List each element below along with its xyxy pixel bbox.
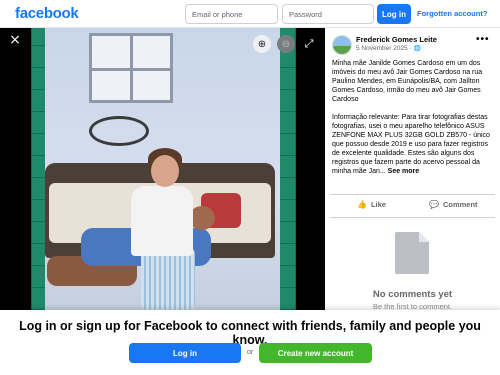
photo-viewer: × ⊕ ⊖ ⤢ [0, 28, 325, 310]
close-icon[interactable]: × [6, 31, 24, 49]
like-button[interactable]: 👍 Like [357, 200, 386, 209]
caption-paragraph-1: Minha mãe Janilde Gomes Cardoso em um do… [332, 60, 483, 103]
empty-document-icon [395, 232, 429, 274]
post-photo [31, 28, 296, 310]
or-label: or [247, 349, 254, 356]
more-options-icon[interactable]: ••• [476, 34, 490, 45]
post-details-panel: Frederick Gomes Leite 5 November 2025 · … [325, 28, 500, 311]
globe-icon: 🌐 [413, 45, 421, 52]
password-field[interactable] [282, 4, 374, 24]
signup-message: Log in or sign up for Facebook to connec… [19, 319, 481, 347]
caption-paragraph-2: Informação relevante: Para tirar fotogra… [332, 114, 490, 175]
author-avatar[interactable] [332, 35, 352, 55]
like-label: Like [370, 200, 386, 209]
zoom-out-icon[interactable]: ⊖ [277, 35, 295, 53]
thumbs-up-icon: 👍 [357, 200, 367, 209]
fullscreen-icon[interactable]: ⤢ [300, 35, 318, 53]
comment-button[interactable]: 💬 Comment [429, 200, 478, 209]
divider [330, 217, 495, 218]
post-date-text[interactable]: 5 November 2025 [356, 45, 408, 52]
comment-label: Comment [442, 200, 478, 209]
post-date[interactable]: 5 November 2025 · 🌐 [356, 45, 421, 52]
facebook-logo[interactable]: facebook [15, 5, 79, 22]
create-account-button[interactable]: Create new account [259, 343, 372, 363]
banner-login-button[interactable]: Log in [129, 343, 241, 363]
zoom-in-icon[interactable]: ⊕ [253, 35, 271, 53]
login-button[interactable]: Log in [377, 4, 411, 24]
comment-bubble-icon: 💬 [429, 200, 439, 209]
forgotten-account-link[interactable]: Forgotten account? [417, 9, 487, 18]
no-comments-heading: No comments yet [372, 289, 453, 300]
post-caption: Minha mãe Janilde Gomes Cardoso em um do… [332, 59, 495, 185]
author-name[interactable]: Frederick Gomes Leite [356, 35, 437, 44]
see-more-link[interactable]: See more [388, 168, 420, 175]
top-navigation-bar: facebook Log in Forgotten account? [0, 0, 500, 28]
signup-banner: Log in or sign up for Facebook to connec… [0, 310, 500, 375]
email-field[interactable] [185, 4, 278, 24]
divider [330, 194, 495, 195]
